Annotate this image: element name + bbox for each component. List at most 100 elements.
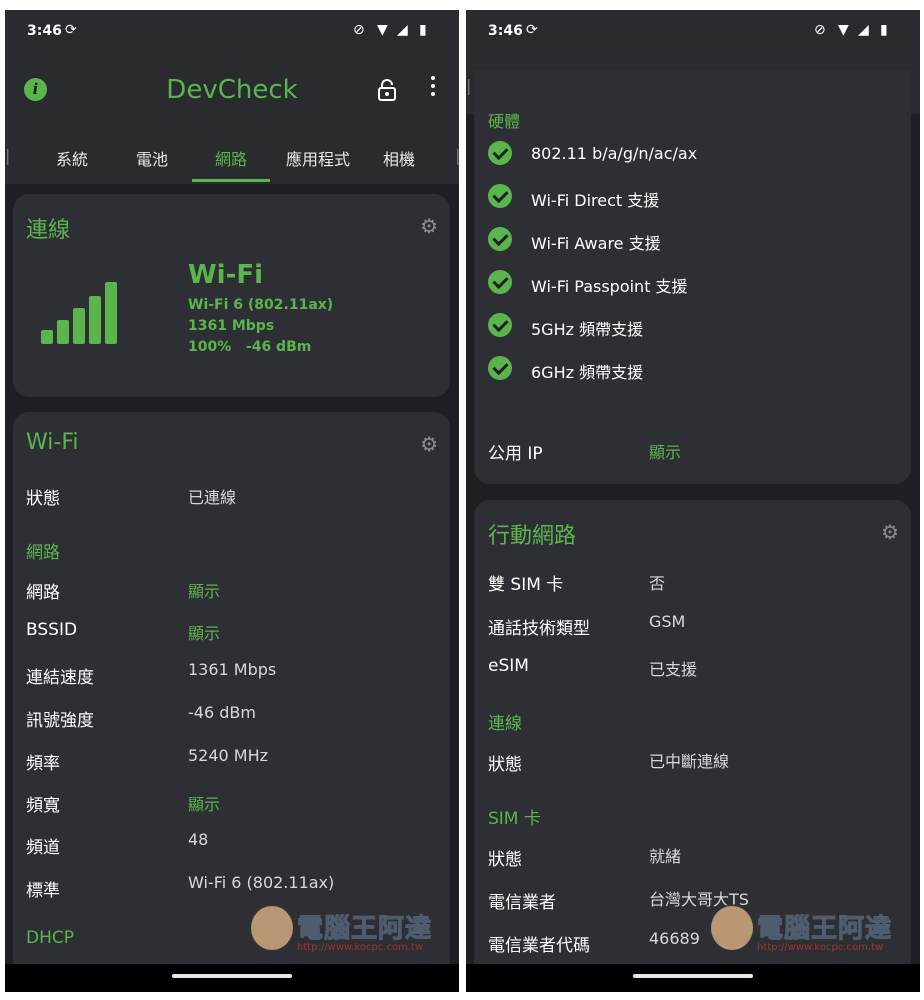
navigation-bar <box>5 964 459 992</box>
cell-signal-icon: ◢ <box>397 22 408 38</box>
connection-card-title: 連線 <box>26 218 71 243</box>
app-bar: i DevCheck <box>5 54 459 124</box>
section-network: 網路 <box>26 543 60 563</box>
tab-system[interactable]: 系統 <box>55 146 89 170</box>
watermark-text: 電腦王阿達 <box>296 914 433 945</box>
row-label: 訊號強度 <box>26 711 94 731</box>
status-time: 3:46 <box>488 23 523 39</box>
network-show-link[interactable]: 顯示 <box>188 578 220 602</box>
row-label: eSIM <box>488 656 529 676</box>
lock-icon[interactable] <box>377 78 397 102</box>
row-label: 頻寬 <box>26 796 60 816</box>
signal-dbm: -46 dBm <box>245 339 312 355</box>
check-icon <box>488 313 512 337</box>
mute-icon: ⊘ <box>814 22 826 38</box>
row-label: 電信業者 <box>488 893 556 913</box>
bssid-show-link[interactable]: 顯示 <box>188 620 220 644</box>
home-gesture-handle[interactable] <box>633 974 753 978</box>
feature-label: Wi-Fi Direct 支援 <box>531 191 660 210</box>
feature-label: Wi-Fi Passpoint 支援 <box>531 277 688 296</box>
active-tab-indicator <box>192 179 270 182</box>
signal-percent: 100% <box>188 339 232 355</box>
public-ip-label: 公用 IP <box>488 444 543 464</box>
watermark-mascot-icon <box>249 904 295 952</box>
row-value: GSM <box>649 612 686 631</box>
check-icon <box>488 141 512 165</box>
wifi-status-label: 狀態 <box>26 489 60 509</box>
row-label: 雙 SIM 卡 <box>488 575 564 595</box>
check-icon <box>488 184 512 208</box>
row-value: Wi-Fi 6 (802.11ax) <box>188 873 335 892</box>
row-value: 46689 <box>649 929 700 948</box>
row-label: 通話技術類型 <box>488 619 590 639</box>
row-value: 就緒 <box>649 847 682 866</box>
wifi-icon: ▼ <box>838 22 849 38</box>
tab-overflow-left: | <box>5 146 11 165</box>
tab-overflow-left: | <box>466 76 472 95</box>
row-value: 1361 Mbps <box>188 660 277 679</box>
row-value: -46 dBm <box>188 703 256 722</box>
section-dhcp: DHCP <box>26 928 74 948</box>
connection-standard: Wi-Fi 6 (802.11ax) <box>188 297 334 313</box>
row-label: 狀態 <box>488 755 522 775</box>
wifi-card-title: Wi-Fi <box>26 430 79 455</box>
battery-icon: ▮ <box>880 22 888 38</box>
wifi-icon: ▼ <box>377 22 388 38</box>
tab-network[interactable]: 網路 <box>214 146 248 170</box>
navigation-bar <box>466 964 920 992</box>
watermark-text: 電腦王阿達 <box>756 914 893 945</box>
section-connection: 連線 <box>488 714 522 734</box>
check-icon <box>488 270 512 294</box>
check-icon <box>488 227 512 251</box>
row-label: 狀態 <box>488 850 522 870</box>
section-hardware: 硬體 <box>488 112 521 131</box>
public-ip-show-link[interactable]: 顯示 <box>649 439 681 463</box>
cell-signal-icon: ◢ <box>858 22 869 38</box>
row-value: 48 <box>188 830 209 849</box>
home-gesture-handle[interactable] <box>172 974 292 978</box>
gear-icon[interactable]: ⚙ <box>420 214 438 238</box>
feature-label: 5GHz 頻帶支援 <box>531 320 644 339</box>
hardware-card: 硬體 802.11 b/a/g/n/ac/ax Wi-Fi Direct 支援 … <box>474 70 911 484</box>
more-options-icon[interactable] <box>428 76 438 100</box>
status-time: 3:46 <box>27 23 62 39</box>
wifi-status-value: 已連線 <box>188 488 237 507</box>
status-bar: 3:46 ⟳ ⊘ ▼ ◢ ▮ <box>466 10 920 54</box>
row-label: BSSID <box>26 620 78 640</box>
sync-icon: ⟳ <box>526 22 538 38</box>
section-sim: SIM 卡 <box>488 809 541 829</box>
connection-type: Wi-Fi <box>188 260 264 290</box>
row-value: 已中斷連線 <box>649 752 730 771</box>
row-label: 連結速度 <box>26 668 94 688</box>
wifi-signal-bars-icon <box>41 282 117 344</box>
row-value: 否 <box>649 574 666 593</box>
row-value: 已支援 <box>649 660 698 679</box>
connection-speed: 1361 Mbps <box>188 318 275 334</box>
bandwidth-show-link[interactable]: 顯示 <box>188 791 220 815</box>
check-icon <box>488 356 512 380</box>
gear-icon[interactable]: ⚙ <box>881 520 899 544</box>
row-label: 電信業者代碼 <box>488 936 590 956</box>
connection-card: 連線 ⚙ Wi-Fi Wi-Fi 6 (802.11ax) 1361 Mbps … <box>13 194 450 397</box>
row-label: 頻道 <box>26 838 60 858</box>
feature-label: Wi-Fi Aware 支援 <box>531 234 661 253</box>
row-label: 頻率 <box>26 754 60 774</box>
sync-icon: ⟳ <box>65 22 77 38</box>
tab-apps[interactable]: 應用程式 <box>284 146 352 170</box>
watermark-mascot-icon <box>709 904 755 952</box>
row-label: 網路 <box>26 583 60 603</box>
tab-overflow-right: | <box>455 146 459 165</box>
tab-battery[interactable]: 電池 <box>135 146 169 170</box>
tab-camera[interactable]: 相機 <box>382 146 416 170</box>
wifi-card: Wi-Fi ⚙ 狀態 已連線 網路 網路 顯示 BSSID 顯示 連結速度 13… <box>13 412 450 992</box>
mobile-network-title: 行動網路 <box>488 524 577 549</box>
left-screen: 3:46 ⟳ ⊘ ▼ ◢ ▮ i DevCheck | 系統 電池 網路 應用程… <box>5 10 459 992</box>
gear-icon[interactable]: ⚙ <box>420 432 438 456</box>
tab-bar: | 系統 電池 網路 應用程式 相機 | <box>5 124 459 184</box>
mute-icon: ⊘ <box>353 22 365 38</box>
battery-icon: ▮ <box>419 22 427 38</box>
row-value: 5240 MHz <box>188 746 269 765</box>
feature-label: 802.11 b/a/g/n/ac/ax <box>531 144 698 163</box>
feature-label: 6GHz 頻帶支援 <box>531 363 644 382</box>
status-bar: 3:46 ⟳ ⊘ ▼ ◢ ▮ <box>5 10 459 54</box>
